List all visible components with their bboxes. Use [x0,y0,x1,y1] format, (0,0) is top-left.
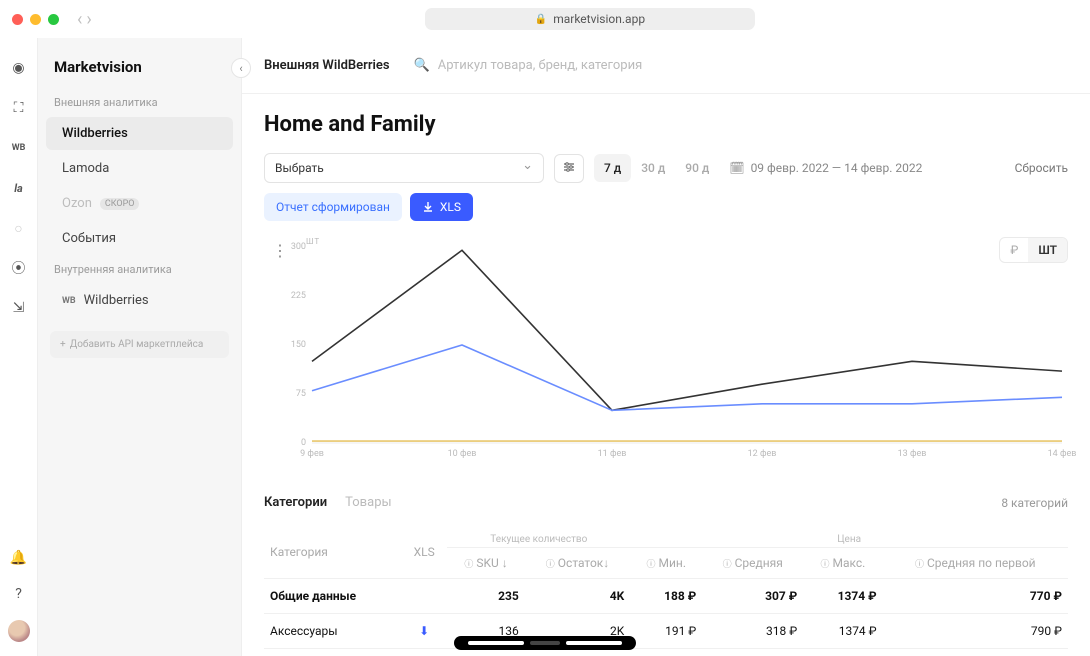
date-range-picker[interactable]: 🗓 09 февр. 2022 — 14 февр. 2022 [729,161,922,175]
page-title: Home and Family [264,112,1068,137]
sidebar-section-external: Внешняя аналитика [38,90,241,115]
home-indicator [454,636,636,650]
data-table: Категория XLS Текущее количество Цена ⓘ … [264,526,1068,649]
th-avg[interactable]: ⓘ Средняя [702,548,803,579]
sidebar-item-lamoda[interactable]: Lamoda [46,152,233,185]
breadcrumb: Внешняя WildBerries [264,58,390,73]
search-placeholder: Артикул товара, бренд, категория [438,58,642,73]
x-tick: 11 фев [592,449,632,459]
filter-select[interactable]: Выбрать [264,153,544,183]
download-xls-button[interactable]: XLS [410,193,473,221]
range-30d[interactable]: 30 д [631,154,675,182]
nav-forward[interactable]: › [86,9,91,30]
x-tick: 10 фев [442,449,482,459]
url-text: marketvision.app [553,12,645,26]
sidebar: ‹ Marketvision Внешняя аналитика Wildber… [38,38,242,656]
soon-badge: СКОРО [100,198,140,210]
th-max[interactable]: ⓘ Макс. [803,548,882,579]
rail-expand-icon[interactable]: ⛶ [0,98,37,118]
th-min[interactable]: ⓘ Мин. [630,548,702,579]
x-tick: 12 фев [742,449,782,459]
sidebar-section-internal: Внутренняя аналитика [38,257,241,282]
rail-notifications-icon[interactable]: 🔔 [8,548,30,568]
range-90d[interactable]: 90 д [675,154,719,182]
address-bar[interactable]: 🔒 marketvision.app [425,8,755,30]
reset-button[interactable]: Сбросить [1015,161,1068,175]
rail-aim-icon[interactable]: ⦿ [0,258,37,278]
sliders-icon [563,161,575,173]
rail-collapse-icon[interactable]: ⇲ [0,298,37,318]
search-input[interactable]: 🔍 Артикул товара, бренд, категория [414,58,1068,73]
rail-la-icon[interactable]: la [0,178,37,198]
chart-series [312,345,1062,410]
download-icon[interactable]: ⬇ [419,624,429,638]
sidebar-item-events[interactable]: События [46,222,233,255]
maximize-window[interactable] [48,14,59,25]
window-controls[interactable] [12,14,59,25]
sidebar-item-wildberries[interactable]: Wildberries [46,117,233,150]
rail-wb-icon[interactable]: WB [0,138,37,158]
plus-icon: + [60,339,66,350]
brand-title: Marketvision [38,52,241,90]
avatar[interactable] [8,620,30,642]
th-category: Категория [264,526,401,579]
category-count: 8 категорий [1001,496,1068,510]
tab-products[interactable]: Товары [345,489,391,516]
tab-categories[interactable]: Категории [264,489,327,516]
close-window[interactable] [12,14,23,25]
lock-icon: 🔒 [535,14,547,25]
rail-target-icon[interactable]: ◉ [0,58,37,78]
sidebar-inner-wildberries[interactable]: WB Wildberries [46,284,233,317]
th-avg-first[interactable]: ⓘ Средняя по первой [883,548,1068,579]
x-tick: 13 фев [892,449,932,459]
sidebar-item-ozon: Ozon СКОРО [46,187,233,220]
add-api-button[interactable]: + Добавить API маркетплейса [50,331,229,358]
minimize-window[interactable] [30,14,41,25]
x-tick: 9 фев [292,449,332,459]
search-icon: 🔍 [414,58,430,73]
th-stock[interactable]: ⓘ Остаток↓ [525,548,631,579]
table-row[interactable]: Общие данные2354K188 ₽307 ₽1374 ₽770 ₽ [264,579,1068,614]
icon-rail: ◉ ⛶ WB la ○ ⦿ ⇲ 🔔 ? [0,38,38,656]
x-tick: 14 фев [1042,449,1082,459]
filter-settings-button[interactable] [554,154,584,183]
table-row[interactable]: Аксессуары⬇1362K191 ₽318 ₽1374 ₽790 ₽ [264,614,1068,649]
line-chart: ШТ 0751502253009 фев10 фев11 фев12 фев13… [264,243,1068,473]
rail-help-icon[interactable]: ? [8,584,30,604]
download-icon [422,201,434,213]
report-status-badge: Отчет сформирован [264,193,402,221]
wb-prefix-icon: WB [62,296,76,306]
th-group-qty: Текущее количество [447,526,630,548]
sidebar-collapse-button[interactable]: ‹ [231,58,251,78]
range-7d[interactable]: 7 д [594,154,631,182]
th-group-price: Цена [630,526,1068,548]
calendar-icon: 🗓 [729,161,744,175]
nav-back[interactable]: ‹ [77,9,82,30]
rail-ozon-icon[interactable]: ○ [0,218,37,238]
th-xls: XLS [401,526,447,579]
chart-series [312,250,1062,410]
th-sku[interactable]: ⓘ SKU ↓ [447,548,524,579]
